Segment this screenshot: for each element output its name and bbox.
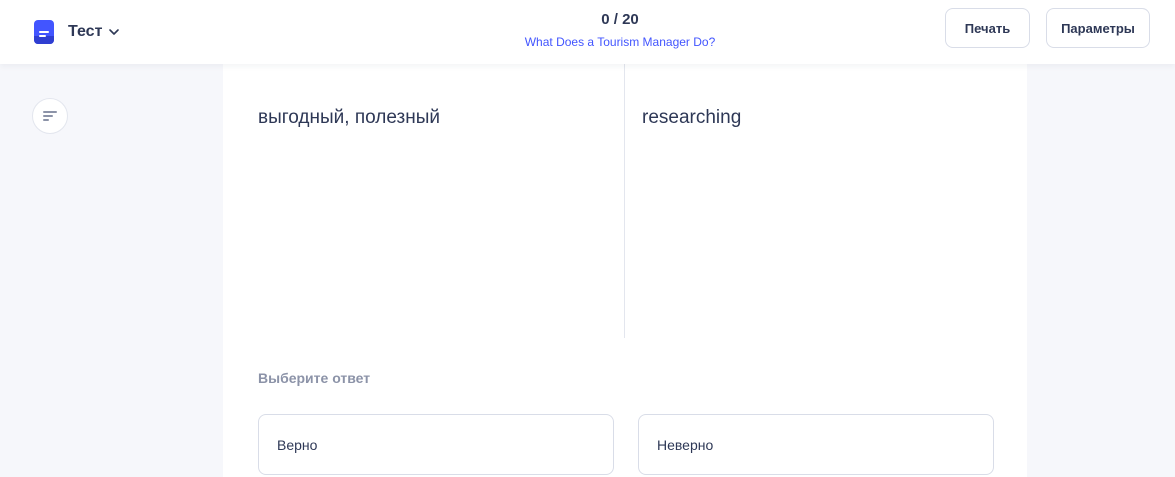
- term-text: researching: [642, 107, 742, 128]
- mode-label: Тест: [68, 23, 103, 40]
- answer-prompt: Выберите ответ: [258, 370, 371, 386]
- study-set-icon: [34, 20, 54, 44]
- answer-true-button[interactable]: Верно: [258, 414, 614, 475]
- chevron-down-icon: [109, 29, 120, 35]
- answer-false-button[interactable]: Неверно: [638, 414, 994, 475]
- question-card: выгодный, полезный researching Выберите …: [223, 64, 1027, 477]
- options-button[interactable]: Параметры: [1046, 8, 1150, 48]
- set-title-link[interactable]: What Does a Tourism Manager Do?: [470, 33, 770, 51]
- definition-text: выгодный, полезный: [258, 107, 440, 128]
- progress-indicator: 0 / 20 What Does a Tourism Manager Do?: [470, 11, 770, 51]
- mode-selector[interactable]: Тест: [34, 20, 120, 44]
- settings-toggle-button[interactable]: [32, 98, 68, 134]
- top-bar: Тест 0 / 20 What Does a Tourism Manager …: [0, 0, 1175, 64]
- filter-lines-icon: [43, 111, 57, 121]
- term-divider: [624, 64, 625, 338]
- print-button[interactable]: Печать: [945, 8, 1030, 48]
- progress-count: 0 / 20: [601, 11, 639, 28]
